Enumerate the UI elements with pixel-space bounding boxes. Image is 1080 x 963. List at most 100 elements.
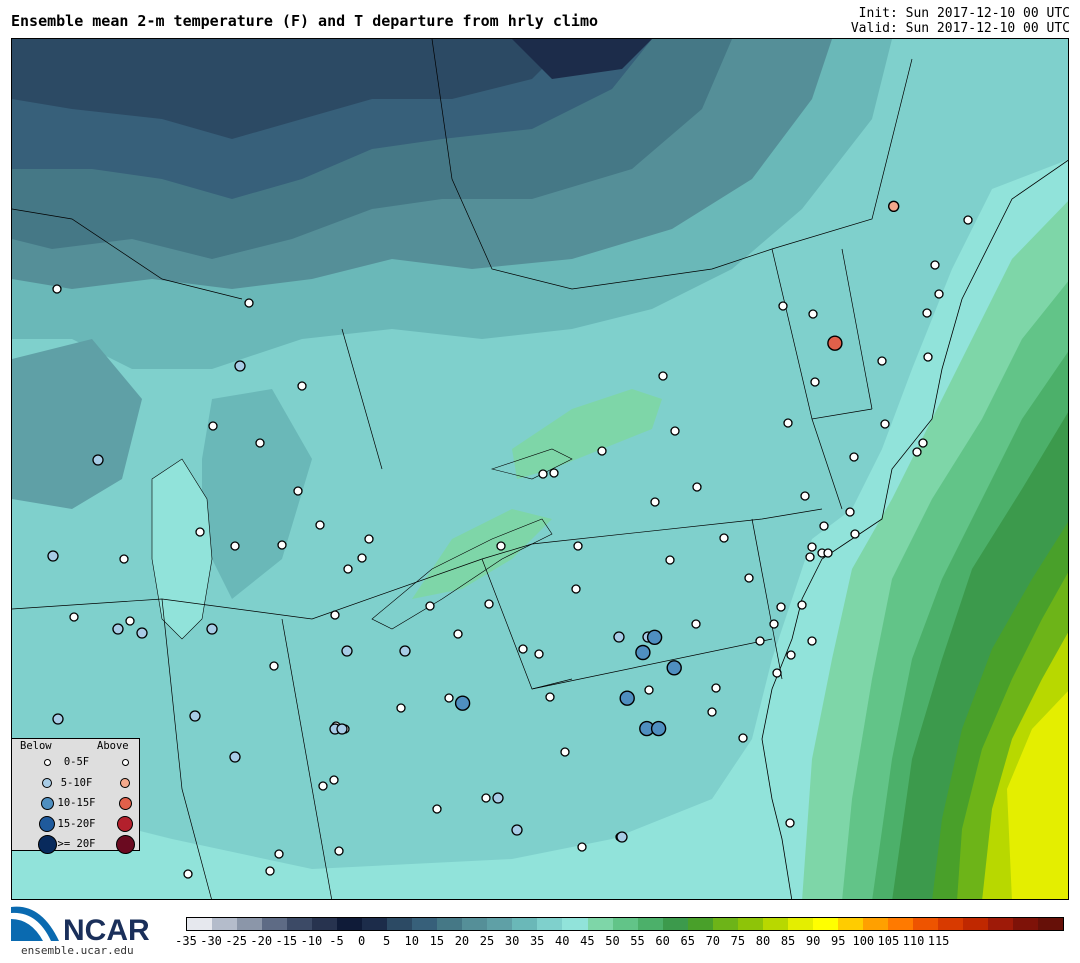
colorbar-tick-label: 80 <box>755 934 771 948</box>
station-marker <box>336 723 348 735</box>
colorbar-tick-label: -15 <box>275 934 298 948</box>
station-marker <box>719 533 729 543</box>
legend-above-dot <box>115 834 135 854</box>
colorbar-swatch <box>537 918 563 930</box>
colorbar-swatch <box>362 918 388 930</box>
station-marker <box>538 469 548 479</box>
station-marker <box>329 775 339 785</box>
colorbar-swatch <box>562 918 588 930</box>
legend-row-label: >= 20F <box>57 838 96 850</box>
station-marker <box>963 215 973 225</box>
colorbar-tick-label: -30 <box>200 934 222 948</box>
station-marker <box>136 627 148 639</box>
station-marker <box>560 747 570 757</box>
station-marker <box>772 668 782 678</box>
colorbar-swatch <box>912 918 938 930</box>
colorbar-swatch <box>862 918 888 930</box>
colorbar-tick-label: 40 <box>555 934 570 948</box>
colorbar-tick-label: 55 <box>630 934 645 948</box>
legend-row-label: 10-15F <box>57 797 96 809</box>
station-marker <box>277 540 287 550</box>
station-marker <box>208 421 218 431</box>
colorbar-swatch <box>662 918 688 930</box>
station-marker <box>776 602 786 612</box>
station-marker <box>549 468 559 478</box>
station-marker <box>189 710 201 722</box>
station-departure-marker <box>888 200 900 213</box>
station-marker <box>738 733 748 743</box>
colorbar-swatch <box>812 918 838 930</box>
colorbar-tick-label: 35 <box>529 934 545 948</box>
station-marker <box>334 846 344 856</box>
station-marker <box>229 751 241 763</box>
colorbar-tick-label: 45 <box>580 934 595 948</box>
station-marker <box>343 564 353 574</box>
colorbar-tick-label: 65 <box>680 934 695 948</box>
colorbar-tick-label: -10 <box>300 934 323 948</box>
legend-above-dot <box>118 796 132 810</box>
colorbar-tick-label: -25 <box>225 934 247 948</box>
colorbar-tick-label: 100 <box>852 934 875 948</box>
station-departure-marker <box>827 335 843 351</box>
colorbar-swatch <box>237 918 263 930</box>
colorbar-swatch <box>988 918 1014 930</box>
colorbar-tick-label: 95 <box>830 934 846 948</box>
station-marker <box>783 418 793 428</box>
station-marker <box>119 554 129 564</box>
colorbar-ticks: -35 -30 -25 -20 -15 -10 -5 0 5 10 15 20 25 30 35 40 45 50… <box>175 934 1064 950</box>
ncar-logo: NCAR <box>11 906 150 943</box>
station-marker <box>432 804 442 814</box>
colorbar-swatch <box>887 918 913 930</box>
colorbar-swatch <box>337 918 363 930</box>
colorbar-tick-label: 30 <box>504 934 520 948</box>
station-marker <box>616 831 628 843</box>
colorbar-tick-label: 0 <box>357 934 366 948</box>
logo-text: NCAR <box>63 914 150 943</box>
colorbar-swatch <box>612 918 638 930</box>
station-marker <box>234 360 246 372</box>
station-marker <box>808 309 818 319</box>
station-departure-marker <box>635 644 651 661</box>
colorbar-tick-label: 25 <box>479 934 495 948</box>
station-marker <box>805 552 815 562</box>
station-marker <box>797 600 807 610</box>
station-marker <box>518 644 528 654</box>
colorbar-swatch <box>962 918 988 930</box>
station-marker <box>318 781 328 791</box>
legend-below-dot <box>43 758 51 766</box>
colorbar-swatch <box>387 918 413 930</box>
station-departure-marker <box>646 629 663 645</box>
legend-row: 15-20F <box>12 815 139 835</box>
colorbar-tick-label: 50 <box>605 934 620 948</box>
departure-legend: Below Above 0-5F 5-10F 10-15F 15-20F >= 20F <box>11 738 140 854</box>
station-marker <box>47 550 59 562</box>
colorbar-tick-label: 90 <box>805 934 821 948</box>
station-marker <box>255 438 265 448</box>
station-marker <box>481 793 491 803</box>
station-marker <box>786 650 796 660</box>
station-marker <box>877 356 887 366</box>
init-time: Init: Sun 2017-12-10 00 UTC <box>858 6 1070 21</box>
station-marker <box>922 308 932 318</box>
temperature-map <box>11 38 1069 900</box>
colorbar-tick-label: 20 <box>454 934 470 948</box>
colorbar-swatch <box>837 918 863 930</box>
station-marker <box>755 636 765 646</box>
station-marker <box>357 553 367 563</box>
station-marker <box>819 521 829 531</box>
colorbar-swatch <box>762 918 788 930</box>
legend-above-label: Above <box>97 740 129 752</box>
station-marker <box>597 446 607 456</box>
station-marker <box>453 629 463 639</box>
station-marker <box>744 573 754 583</box>
station-marker <box>778 301 788 311</box>
station-marker <box>399 645 411 657</box>
map-title: Ensemble mean 2-m temperature (F) and T … <box>11 12 598 30</box>
station-marker <box>492 792 504 804</box>
station-departure-marker <box>454 695 471 711</box>
station-marker <box>396 703 406 713</box>
colorbar-swatch <box>187 918 213 930</box>
colorbar-swatch <box>487 918 513 930</box>
colorbar-tick-label: 15 <box>429 934 445 948</box>
station-marker <box>845 507 855 517</box>
